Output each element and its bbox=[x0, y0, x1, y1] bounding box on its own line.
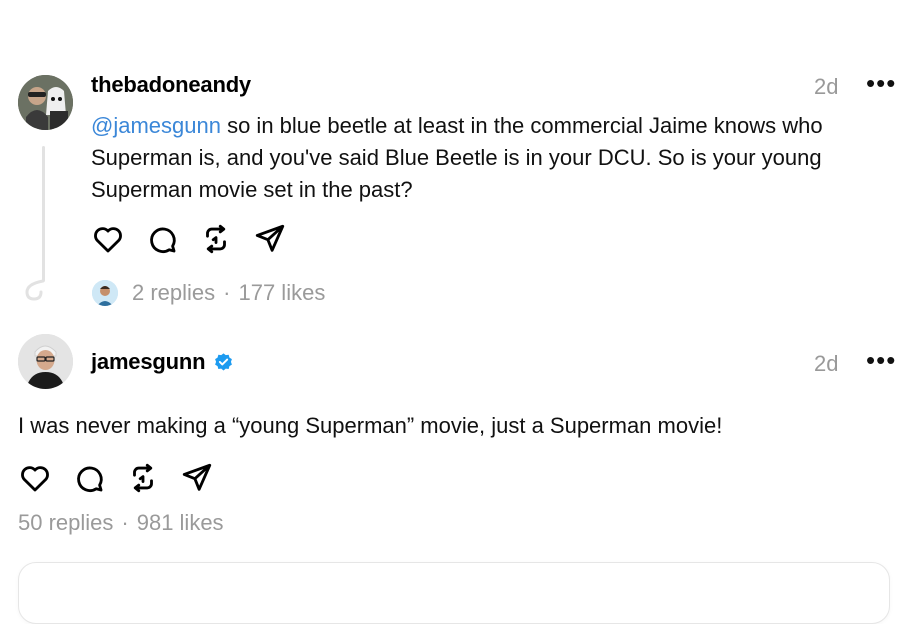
avatar-thebadoneandy[interactable] bbox=[18, 75, 73, 130]
heart-icon[interactable] bbox=[91, 222, 125, 256]
post-username[interactable]: jamesgunn bbox=[91, 349, 206, 375]
avatar-jamesgunn[interactable] bbox=[18, 334, 73, 389]
post-text: @jamesgunn so in blue beetle at least in… bbox=[91, 110, 881, 206]
post-username[interactable]: thebadoneandy bbox=[91, 72, 251, 98]
share-icon[interactable] bbox=[253, 222, 287, 256]
post-actions bbox=[91, 222, 287, 256]
reply-composer-card[interactable] bbox=[18, 562, 890, 624]
thread-line bbox=[42, 146, 45, 282]
heart-icon[interactable] bbox=[18, 461, 52, 495]
repost-icon[interactable] bbox=[199, 222, 233, 256]
stats-separator: · bbox=[121, 510, 129, 535]
share-icon[interactable] bbox=[180, 461, 214, 495]
comment-icon[interactable] bbox=[145, 222, 179, 256]
mention-link[interactable]: @jamesgunn bbox=[91, 113, 221, 138]
post-timestamp: 2d bbox=[814, 351, 839, 376]
post-username-row: jamesgunn bbox=[91, 349, 234, 375]
more-options-icon[interactable]: ••• bbox=[866, 68, 896, 99]
repost-icon[interactable] bbox=[126, 461, 160, 495]
replies-count[interactable]: 50 replies bbox=[18, 510, 113, 536]
reply-avatar bbox=[92, 280, 118, 306]
thread-connector-icon bbox=[25, 279, 45, 301]
likes-count[interactable]: 981 likes bbox=[137, 510, 224, 536]
verified-badge-icon bbox=[215, 352, 233, 370]
post-timestamp: 2d bbox=[814, 74, 839, 99]
more-options-icon[interactable]: ••• bbox=[866, 345, 896, 376]
post-text: I was never making a “young Superman” mo… bbox=[18, 413, 723, 438]
stats-separator: · bbox=[223, 280, 231, 305]
replies-count[interactable]: 2 replies bbox=[132, 280, 215, 306]
post-stats: 50 replies · 981 likes bbox=[18, 510, 224, 536]
likes-count[interactable]: 177 likes bbox=[238, 280, 325, 306]
post-stats: 2 replies · 177 likes bbox=[132, 280, 325, 306]
comment-icon[interactable] bbox=[72, 461, 106, 495]
post-actions bbox=[18, 461, 214, 495]
